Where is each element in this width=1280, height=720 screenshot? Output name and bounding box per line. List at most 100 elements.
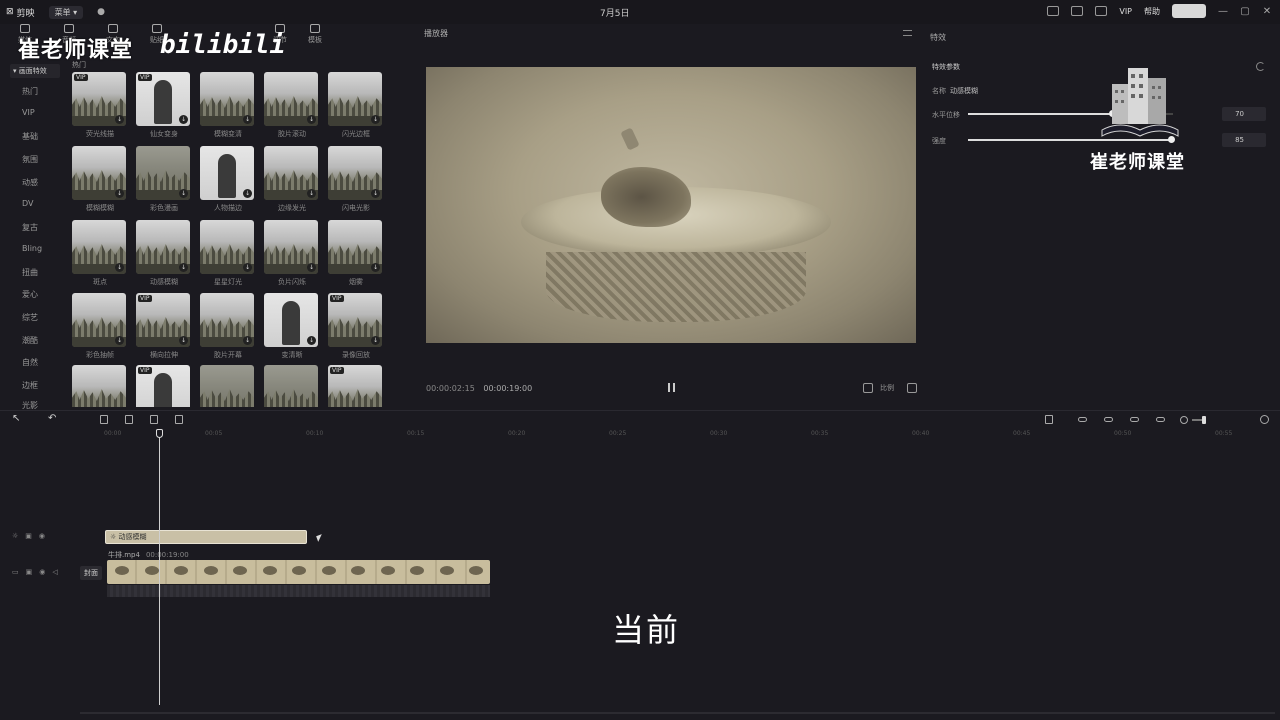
- track-mute-icon[interactable]: ◁: [52, 568, 57, 576]
- effect-item[interactable]: VIP ↓ 录像回放: [328, 293, 384, 363]
- effect-item[interactable]: ↓ 动感模糊: [136, 220, 192, 290]
- download-icon[interactable]: ↓: [115, 336, 124, 345]
- effect-thumbnail[interactable]: ↓: [328, 146, 382, 200]
- linkage-icon[interactable]: [1130, 417, 1139, 422]
- download-icon[interactable]: ↓: [371, 263, 380, 272]
- effect-item[interactable]: ↓ 烟雾: [328, 220, 384, 290]
- sidebar-item-bling[interactable]: Bling: [22, 244, 42, 253]
- main-track-magnet-icon[interactable]: [1078, 417, 1087, 422]
- effect-thumbnail[interactable]: ↓: [264, 293, 318, 347]
- download-icon[interactable]: ↓: [307, 336, 316, 345]
- undo-icon[interactable]: ↶: [48, 413, 56, 424]
- effect-item[interactable]: ↓: [72, 365, 128, 407]
- effect-thumbnail[interactable]: ↓: [136, 146, 190, 200]
- effect-thumbnail[interactable]: VIP↓: [328, 293, 382, 347]
- effect-item[interactable]: ↓ 模糊模糊: [72, 146, 128, 216]
- export-button[interactable]: [1172, 4, 1206, 18]
- playhead-handle[interactable]: [156, 429, 163, 438]
- effect-thumbnail[interactable]: ↓: [328, 72, 382, 126]
- sidebar-item-trendy[interactable]: 潮酷: [22, 335, 38, 346]
- download-icon[interactable]: ↓: [243, 189, 252, 198]
- download-icon[interactable]: ↓: [307, 263, 316, 272]
- video-clip[interactable]: [107, 560, 490, 584]
- split-left-icon[interactable]: [125, 415, 133, 424]
- zoom-slider-knob[interactable]: [1202, 416, 1206, 424]
- effect-item[interactable]: ↓: [264, 365, 320, 407]
- sidebar-item-border[interactable]: 边框: [22, 380, 38, 391]
- layout-icon[interactable]: [1071, 6, 1084, 16]
- sidebar-item-basic[interactable]: 基础: [22, 131, 38, 142]
- microphone-icon[interactable]: [1045, 415, 1053, 424]
- minimize-button[interactable]: —: [1218, 6, 1228, 17]
- sidebar-item-retro[interactable]: 复古: [22, 222, 38, 233]
- effect-thumbnail[interactable]: VIP↓: [72, 72, 126, 126]
- shortcut-icon[interactable]: [1047, 6, 1060, 16]
- effect-item[interactable]: ↓ 模糊变清: [200, 72, 256, 142]
- effect-item[interactable]: ↓ 边缘发光: [264, 146, 320, 216]
- download-icon[interactable]: ↓: [179, 115, 188, 124]
- download-icon[interactable]: ↓: [243, 115, 252, 124]
- fullscreen-icon[interactable]: [907, 383, 917, 393]
- help-button[interactable]: 帮助: [1144, 6, 1160, 17]
- effect-item[interactable]: ↓ 彩色漫画: [136, 146, 192, 216]
- select-tool-icon[interactable]: ↖: [12, 413, 20, 424]
- effect-thumbnail[interactable]: VIP↓: [328, 365, 382, 407]
- sidebar-item-dynamic[interactable]: 动感: [22, 177, 38, 188]
- download-icon[interactable]: ↓: [243, 263, 252, 272]
- effect-thumbnail[interactable]: ↓: [200, 293, 254, 347]
- effect-thumbnail[interactable]: VIP↓: [136, 293, 190, 347]
- sidebar-item-dv[interactable]: DV: [22, 199, 34, 208]
- download-icon[interactable]: ↓: [371, 189, 380, 198]
- player-menu-icon[interactable]: [903, 30, 912, 36]
- effect-item[interactable]: ↓ 胶片滚动: [264, 72, 320, 142]
- download-icon[interactable]: ↓: [179, 336, 188, 345]
- download-icon[interactable]: ↓: [115, 263, 124, 272]
- split-right-icon[interactable]: [150, 415, 158, 424]
- sidebar-item-variety[interactable]: 综艺: [22, 312, 38, 323]
- download-icon[interactable]: ↓: [179, 189, 188, 198]
- effect-thumbnail[interactable]: ↓: [328, 220, 382, 274]
- download-icon[interactable]: ↓: [115, 189, 124, 198]
- effect-thumbnail[interactable]: ↓: [264, 72, 318, 126]
- download-icon[interactable]: ↓: [371, 115, 380, 124]
- effect-item[interactable]: ↓ 彩色抽帧: [72, 293, 128, 363]
- auto-snap-icon[interactable]: [1104, 417, 1113, 422]
- preview-axis-icon[interactable]: [1156, 417, 1165, 422]
- effect-thumbnail[interactable]: ↓: [264, 146, 318, 200]
- horizontal-shift-input[interactable]: 70: [1222, 107, 1266, 121]
- reset-icon[interactable]: [1256, 62, 1265, 71]
- download-icon[interactable]: ↓: [307, 189, 316, 198]
- effect-item[interactable]: VIP↓: [328, 365, 384, 407]
- sidebar-item-hot[interactable]: 热门: [22, 86, 38, 97]
- zoom-out-icon[interactable]: [1180, 416, 1188, 424]
- video-preview[interactable]: [426, 67, 916, 343]
- track-eye-icon[interactable]: ◉: [39, 568, 45, 576]
- download-icon[interactable]: ↓: [243, 336, 252, 345]
- effect-item[interactable]: ↓ 斑点: [72, 220, 128, 290]
- sidebar-item-love[interactable]: 爱心: [22, 289, 38, 300]
- effect-item[interactable]: ↓ 闪光边框: [328, 72, 384, 142]
- zoom-fit-icon[interactable]: [1260, 415, 1269, 424]
- effect-thumbnail[interactable]: VIP↓: [136, 72, 190, 126]
- download-icon[interactable]: ↓: [307, 115, 316, 124]
- effect-thumbnail[interactable]: ↓: [136, 220, 190, 274]
- settings-icon[interactable]: ●: [97, 7, 105, 17]
- main-menu-button[interactable]: 菜单 ▾: [48, 5, 84, 19]
- effect-thumbnail[interactable]: ↓: [200, 365, 254, 407]
- effect-item[interactable]: ↓ 胶片开幕: [200, 293, 256, 363]
- theme-icon[interactable]: [1095, 6, 1108, 16]
- effect-thumbnail[interactable]: ↓: [264, 365, 318, 407]
- effect-item[interactable]: ↓ 闪电光影: [328, 146, 384, 216]
- fit-screen-icon[interactable]: [863, 383, 873, 393]
- maximize-button[interactable]: ▢: [1240, 6, 1250, 17]
- delete-icon[interactable]: [175, 415, 183, 424]
- effect-item[interactable]: ↓ 星星灯光: [200, 220, 256, 290]
- effect-item[interactable]: ↓: [200, 365, 256, 407]
- sidebar-item-distort[interactable]: 扭曲: [22, 267, 38, 278]
- effect-item[interactable]: VIP ↓ 荧光线描: [72, 72, 128, 142]
- track-eye-icon[interactable]: ◉: [39, 532, 45, 540]
- intensity-input[interactable]: 85: [1222, 133, 1266, 147]
- sidebar-item-nature[interactable]: 自然: [22, 357, 38, 368]
- split-icon[interactable]: [100, 415, 108, 424]
- close-button[interactable]: ✕: [1262, 6, 1272, 17]
